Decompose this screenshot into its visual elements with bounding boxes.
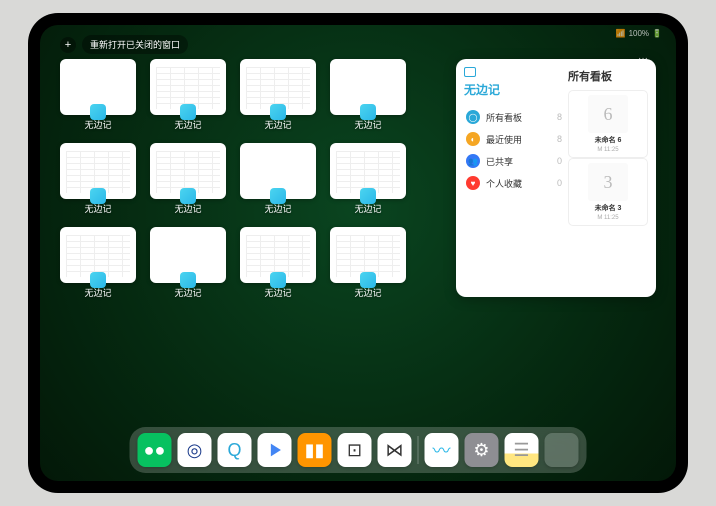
panel-boards: ··· 所有看板 6未命名 6M 11:253未命名 3M 11:25 — [568, 67, 648, 289]
category-label: 已共享 — [486, 155, 513, 168]
category-count: 0 — [557, 156, 562, 166]
reopen-closed-window-button[interactable]: 重新打开已关闭的窗口 — [82, 35, 188, 54]
dock: ●●◎Q ▮▮⊡⋈ 〰⚙☰ — [130, 427, 587, 473]
board-preview: 3 — [588, 163, 628, 201]
window-thumbnail[interactable]: 无边记 — [240, 59, 316, 133]
dock-app-dice[interactable]: ⊡ — [338, 433, 372, 467]
dock-app-qqbrowser[interactable]: Q — [218, 433, 252, 467]
add-button[interactable]: + — [60, 37, 76, 53]
window-thumbnail[interactable]: 无边记 — [60, 59, 136, 133]
category-item[interactable]: ♥ 个人收藏 0 — [464, 172, 564, 194]
battery-icon: 🔋 — [652, 29, 662, 38]
toolbar: + 重新打开已关闭的窗口 — [60, 35, 188, 54]
screen: 📶 100% 🔋 + 重新打开已关闭的窗口 无边记无边记无边记无边记无边记无边记… — [40, 25, 676, 481]
thumbnail-preview — [60, 143, 136, 199]
board-item[interactable]: 3 未命名 3 M 11:25 — [568, 158, 648, 226]
thumbnail-preview — [150, 227, 226, 283]
category-label: 个人收藏 — [486, 177, 522, 190]
dock-app-settings[interactable]: ⚙ — [465, 433, 499, 467]
board-item[interactable]: 6 未命名 6 M 11:25 — [568, 90, 648, 158]
category-item[interactable]: ◐ 最近使用 8 — [464, 128, 564, 150]
category-icon: ◐ — [466, 132, 480, 146]
ipad-device: 📶 100% 🔋 + 重新打开已关闭的窗口 无边记无边记无边记无边记无边记无边记… — [28, 13, 688, 493]
board-subtitle: M 11:25 — [597, 215, 618, 221]
thumbnail-preview — [240, 227, 316, 283]
thumbnail-preview — [60, 59, 136, 115]
window-grid: 无边记无边记无边记无边记无边记无边记无边记无边记无边记无边记无边记无边记 — [60, 59, 426, 423]
battery-text: 100% — [629, 29, 649, 38]
dock-app-multitask[interactable] — [545, 433, 579, 467]
window-thumbnail[interactable]: 无边记 — [60, 227, 136, 301]
board-label: 未命名 6 — [595, 135, 622, 145]
category-count: 8 — [557, 134, 562, 144]
thumbnail-preview — [60, 227, 136, 283]
category-count: 8 — [557, 112, 562, 122]
board-label: 未命名 3 — [595, 203, 622, 213]
board-subtitle: M 11:25 — [597, 147, 618, 153]
panel-title: 无边记 — [464, 81, 564, 98]
boards-title: 所有看板 — [568, 68, 648, 84]
sidebar-toggle-icon[interactable] — [464, 67, 476, 77]
category-item[interactable]: 👥 已共享 0 — [464, 150, 564, 172]
category-count: 0 — [557, 178, 562, 188]
freeform-panel: 无边记 ◯所有看板8◐最近使用8👥已共享0♥个人收藏0 ··· 所有看板 6未命… — [456, 59, 656, 297]
signal-icon: 📶 — [616, 29, 626, 38]
category-icon: 👥 — [466, 154, 480, 168]
dock-app-video[interactable] — [258, 433, 292, 467]
window-thumbnail[interactable]: 无边记 — [150, 59, 226, 133]
content-area: 无边记无边记无边记无边记无边记无边记无边记无边记无边记无边记无边记无边记 无边记… — [60, 59, 656, 423]
dock-app-connect[interactable]: ⋈ — [378, 433, 412, 467]
thumbnail-preview — [150, 143, 226, 199]
thumbnail-preview — [330, 143, 406, 199]
window-thumbnail[interactable]: 无边记 — [150, 227, 226, 301]
category-label: 最近使用 — [486, 133, 522, 146]
dock-app-wechat[interactable]: ●● — [138, 433, 172, 467]
thumbnail-preview — [240, 59, 316, 115]
thumbnail-preview — [330, 227, 406, 283]
panel-header — [464, 67, 564, 77]
thumbnail-preview — [240, 143, 316, 199]
dock-separator — [418, 436, 419, 464]
window-thumbnail[interactable]: 无边记 — [60, 143, 136, 217]
board-preview: 6 — [588, 95, 628, 133]
category-item[interactable]: ◯ 所有看板 8 — [464, 106, 564, 128]
dock-app-notes[interactable]: ☰ — [505, 433, 539, 467]
panel-sidebar: 无边记 ◯ 所有看板 8 ◐ 最近使用 8 👥 已共享 0 ♥ 个人收藏 0 — [464, 67, 564, 289]
thumbnail-preview — [330, 59, 406, 115]
category-icon: ◯ — [466, 110, 480, 124]
window-thumbnail[interactable]: 无边记 — [150, 143, 226, 217]
window-thumbnail[interactable]: 无边记 — [240, 227, 316, 301]
category-label: 所有看板 — [486, 111, 522, 124]
more-icon[interactable]: ··· — [638, 53, 648, 64]
category-icon: ♥ — [466, 176, 480, 190]
dock-app-browser-hd[interactable]: ◎ — [178, 433, 212, 467]
status-bar: 📶 100% 🔋 — [616, 29, 662, 38]
window-thumbnail[interactable]: 无边记 — [330, 143, 406, 217]
window-thumbnail[interactable]: 无边记 — [240, 143, 316, 217]
window-thumbnail[interactable]: 无边记 — [330, 227, 406, 301]
dock-app-freeform[interactable]: 〰 — [425, 433, 459, 467]
window-thumbnail[interactable]: 无边记 — [330, 59, 406, 133]
thumbnail-preview — [150, 59, 226, 115]
dock-app-books[interactable]: ▮▮ — [298, 433, 332, 467]
